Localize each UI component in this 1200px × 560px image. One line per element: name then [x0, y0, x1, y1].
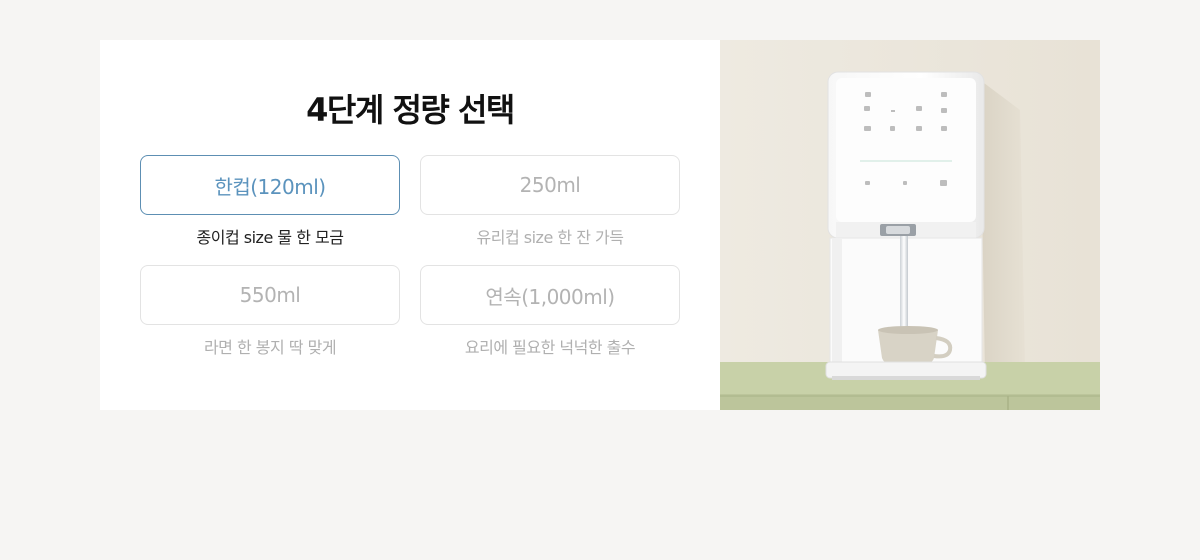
product-photo [720, 40, 1100, 410]
wall-shadow [980, 80, 1025, 375]
base-shadow [832, 376, 980, 380]
control-panel [836, 78, 976, 222]
option-continuous-description: 요리에 필요한 넉넉한 출수 [464, 338, 636, 357]
water-stream [900, 236, 908, 332]
quantity-selection-panel: 4단계 정량 선택 한컵(120ml) 종이컵 size 물 한 모금 250m… [100, 40, 720, 410]
option-120ml-button[interactable]: 한컵(120ml) [140, 155, 400, 215]
option-250ml-button[interactable]: 250ml [420, 155, 680, 215]
option-250ml: 250ml 유리컵 size 한 잔 가득 [420, 155, 680, 265]
option-550ml: 550ml 라면 한 봉지 딱 맞게 [140, 265, 400, 375]
option-continuous: 연속(1,000ml) 요리에 필요한 넉넉한 출수 [420, 265, 680, 375]
nozzle-highlight [886, 226, 910, 234]
option-550ml-button[interactable]: 550ml [140, 265, 400, 325]
cup-rim [878, 326, 938, 334]
option-550ml-description: 라면 한 봉지 딱 맞게 [203, 338, 337, 357]
cup [878, 330, 938, 364]
quantity-selection-section: 4단계 정량 선택 한컵(120ml) 종이컵 size 물 한 모금 250m… [100, 40, 1100, 410]
drip-tray [825, 361, 987, 379]
lower-body-side [832, 238, 842, 368]
option-120ml: 한컵(120ml) 종이컵 size 물 한 모금 [140, 155, 400, 265]
option-120ml-description: 종이컵 size 물 한 모금 [196, 228, 344, 247]
section-title: 4단계 정량 선택 [306, 91, 515, 129]
option-continuous-button[interactable]: 연속(1,000ml) [420, 265, 680, 325]
option-250ml-description: 유리컵 size 한 잔 가득 [476, 228, 624, 247]
water-purifier-illustration [720, 40, 1100, 410]
quantity-options-grid: 한컵(120ml) 종이컵 size 물 한 모금 250ml 유리컵 size… [140, 155, 680, 375]
